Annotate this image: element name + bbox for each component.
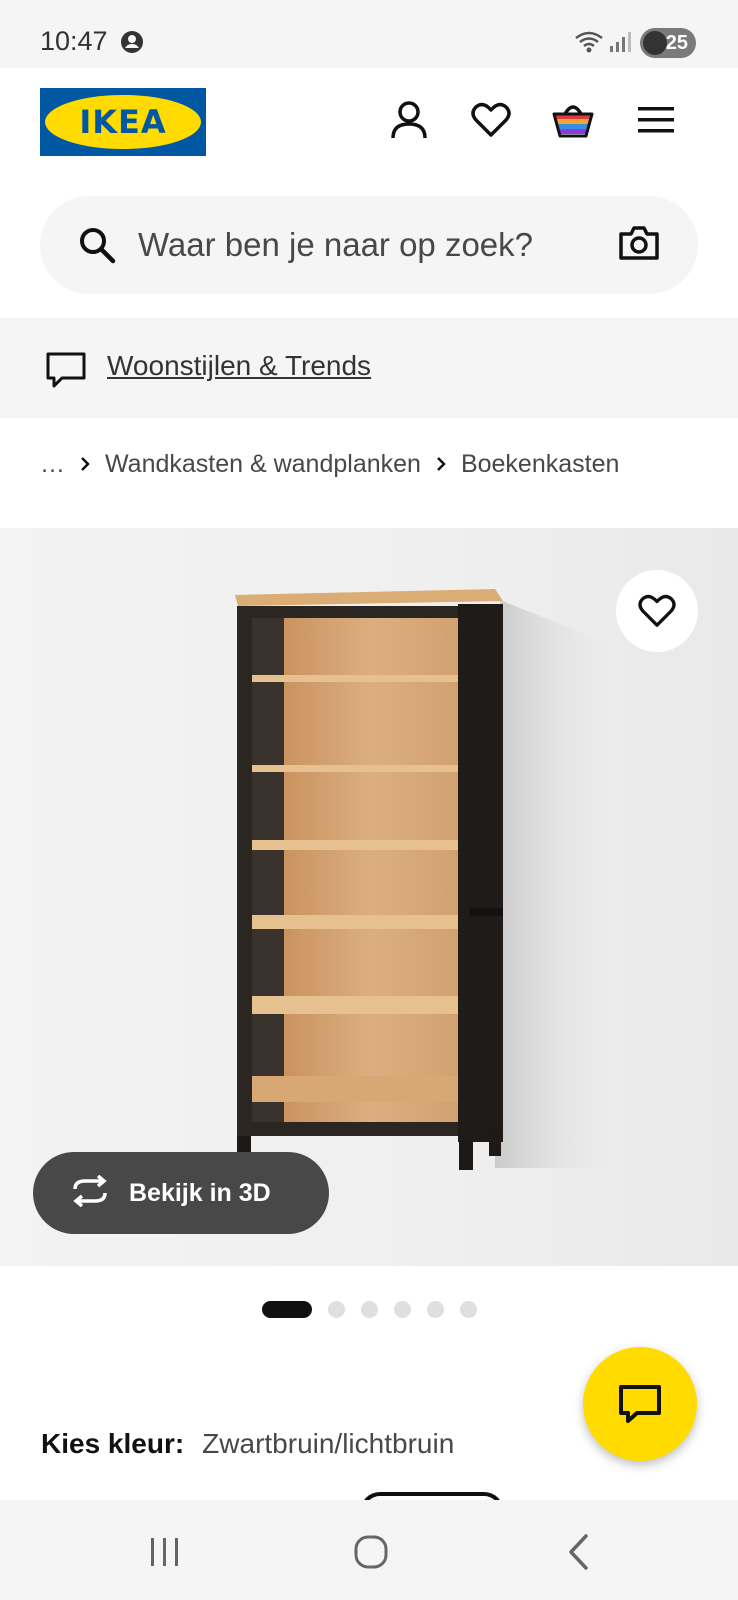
ikea-logo[interactable]: IKEA	[40, 88, 206, 156]
system-nav-bar	[0, 1500, 738, 1600]
menu-icon[interactable]	[634, 98, 678, 142]
site-header: IKEA	[0, 68, 738, 180]
view-in-3d-label: Bekijk in 3D	[129, 1178, 271, 1207]
pagination-dot-active[interactable]	[262, 1300, 312, 1318]
pagination-dot[interactable]	[328, 1300, 345, 1318]
pagination-dot[interactable]	[394, 1300, 411, 1318]
logo-text: IKEA	[79, 103, 167, 141]
search-input[interactable]	[138, 218, 588, 272]
chevron-right-icon	[435, 455, 447, 473]
home-icon[interactable]	[346, 1532, 396, 1572]
view-in-3d-button[interactable]: Bekijk in 3D	[33, 1152, 329, 1234]
breadcrumb: … Wandkasten & wandplanken Boekenkasten	[40, 444, 619, 484]
pagination-dot[interactable]	[427, 1300, 444, 1318]
basket-icon[interactable]	[551, 98, 595, 142]
chat-button[interactable]	[583, 1347, 697, 1461]
camera-icon[interactable]	[618, 224, 660, 267]
promo-link[interactable]: Woonstijlen & Trends	[107, 350, 371, 382]
battery-level: 25	[665, 31, 688, 54]
wifi-icon	[574, 30, 604, 59]
pagination-dot[interactable]	[460, 1300, 477, 1318]
breadcrumb-item-boekenkasten[interactable]: Boekenkasten	[461, 450, 619, 479]
color-value: Zwartbruin/lichtbruin	[202, 1428, 455, 1459]
heart-icon	[638, 594, 676, 627]
speech-bubble-icon	[44, 350, 88, 395]
gallery-pagination	[262, 1299, 477, 1319]
breadcrumb-item-wandkasten[interactable]: Wandkasten & wandplanken	[105, 450, 421, 479]
favorite-button[interactable]	[616, 570, 698, 652]
product-gallery[interactable]: Bekijk in 3D	[0, 528, 738, 1266]
heart-icon[interactable]	[469, 98, 513, 142]
status-bar: 10:47 25	[0, 0, 738, 68]
status-time: 10:47	[40, 26, 108, 56]
pagination-dot[interactable]	[361, 1300, 378, 1318]
chat-icon	[619, 1385, 661, 1423]
battery-indicator: 25	[640, 28, 696, 58]
search-icon[interactable]	[78, 226, 116, 269]
logo-oval: IKEA	[45, 95, 201, 149]
signal-icon	[608, 30, 632, 59]
profile-icon[interactable]	[387, 98, 431, 142]
color-selector: Kies kleur: Zwartbruin/lichtbruin	[41, 1428, 454, 1460]
recent-apps-icon[interactable]	[140, 1532, 190, 1572]
account-icon	[120, 30, 144, 59]
promo-banner[interactable]: Woonstijlen & Trends	[0, 318, 738, 418]
chevron-right-icon	[79, 455, 91, 473]
battery-icon	[643, 31, 667, 55]
breadcrumb-ellipsis[interactable]: …	[40, 450, 65, 479]
back-icon[interactable]	[553, 1532, 603, 1572]
search-bar[interactable]	[40, 196, 698, 294]
rotate-3d-icon	[69, 1174, 111, 1212]
color-label: Kies kleur:	[41, 1428, 185, 1459]
